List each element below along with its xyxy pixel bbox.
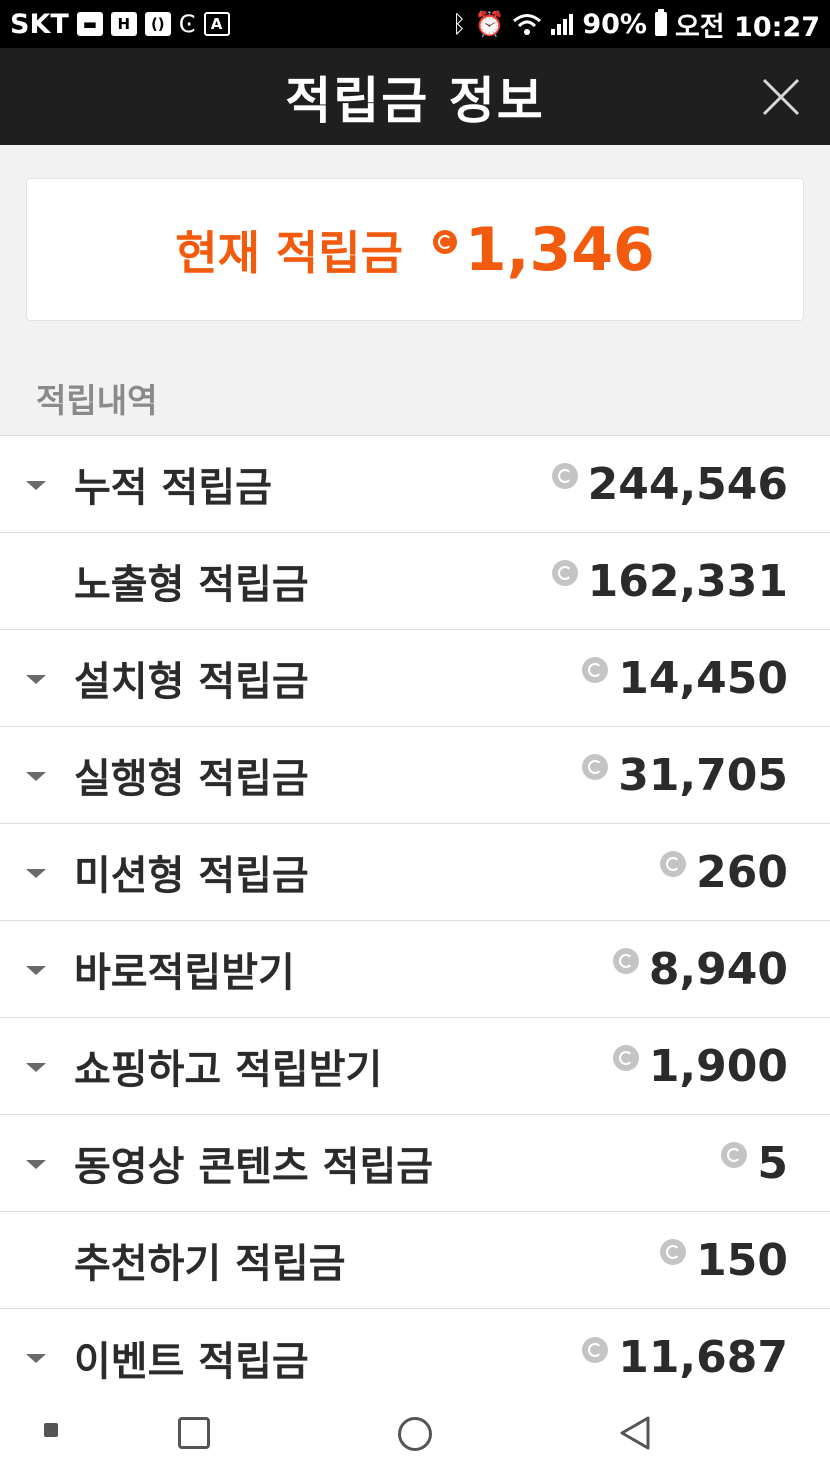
coin-icon bbox=[660, 1239, 687, 1265]
row-value: 14,450 bbox=[618, 652, 788, 704]
bracket-icon: () bbox=[144, 12, 171, 36]
nav-bar bbox=[0, 1395, 830, 1476]
page-title: 적립금 정보 bbox=[285, 71, 545, 130]
row-amount: 260 bbox=[660, 847, 788, 898]
row-label: 실행형 적립금 bbox=[74, 756, 309, 802]
row-label: 바로적립받기 bbox=[74, 950, 295, 996]
history-row-install[interactable]: 설치형 적립금 14,450 bbox=[0, 630, 830, 727]
coin-icon bbox=[551, 560, 578, 586]
coin-icon bbox=[582, 1336, 609, 1363]
coin-icon bbox=[432, 229, 457, 254]
row-label: 동영상 콘텐츠 적립금 bbox=[74, 1144, 434, 1190]
alarm-icon: ⏰ bbox=[474, 10, 505, 38]
recent-dot-icon[interactable] bbox=[44, 1423, 58, 1437]
clock: 오전 10:27 bbox=[674, 11, 820, 43]
row-value: 1,900 bbox=[648, 1040, 788, 1092]
row-label: 누적 적립금 bbox=[74, 465, 272, 511]
h-icon: H bbox=[110, 12, 137, 36]
coin-icon bbox=[551, 463, 578, 489]
caret-down-icon bbox=[26, 481, 46, 490]
history-row-exposure: 노출형 적립금 162,331 bbox=[0, 533, 830, 630]
row-value: 244,546 bbox=[587, 458, 788, 510]
coin-icon bbox=[612, 1045, 639, 1071]
current-points-value: 1,346 bbox=[464, 214, 655, 285]
notification-icon: ▬ bbox=[76, 12, 103, 36]
coin-icon bbox=[582, 657, 609, 683]
overview-square-icon[interactable] bbox=[178, 1417, 210, 1449]
coin-icon bbox=[660, 851, 687, 877]
history-row-run[interactable]: 실행형 적립금 31,705 bbox=[0, 727, 830, 824]
row-value: 150 bbox=[696, 1234, 788, 1286]
row-amount: 8,940 bbox=[612, 943, 788, 995]
coin-icon bbox=[612, 948, 639, 974]
row-value: 8,940 bbox=[648, 943, 788, 995]
status-bar: SKT ▬ H () Ͼ A ᛒ ⏰ 90% 오전 10:27 bbox=[0, 0, 830, 48]
caret-down-icon bbox=[26, 1160, 46, 1169]
caret-down-icon bbox=[26, 1354, 46, 1363]
row-amount: 162,331 bbox=[551, 555, 788, 607]
row-label: 설치형 적립금 bbox=[74, 659, 309, 705]
caret-down-icon bbox=[26, 772, 46, 781]
bluetooth-icon: ᛒ bbox=[452, 10, 467, 38]
row-amount: 150 bbox=[660, 1235, 788, 1286]
history-row-shopping[interactable]: 쇼핑하고 적립받기 1,900 bbox=[0, 1018, 830, 1115]
caret-down-icon bbox=[26, 869, 46, 878]
battery-icon bbox=[654, 9, 667, 36]
row-label: 미션형 적립금 bbox=[74, 853, 309, 899]
row-amount: 14,450 bbox=[582, 653, 788, 704]
caret-down-icon bbox=[26, 1063, 46, 1072]
row-value: 162,331 bbox=[587, 555, 788, 607]
current-points-card: 현재 적립금 1,346 bbox=[26, 178, 804, 321]
app-header: 적립금 정보 bbox=[0, 48, 830, 145]
row-amount: 31,705 bbox=[582, 750, 788, 801]
carrier-label: SKT bbox=[10, 8, 69, 40]
row-label: 쇼핑하고 적립받기 bbox=[74, 1047, 383, 1093]
section-title: 적립내역 bbox=[36, 381, 158, 420]
coin-icon bbox=[721, 1142, 748, 1168]
caret-down-icon bbox=[26, 675, 46, 684]
row-label: 이벤트 적립금 bbox=[74, 1338, 309, 1385]
row-value: 5 bbox=[757, 1137, 788, 1189]
row-label: 노출형 적립금 bbox=[74, 562, 309, 608]
row-amount: 1,900 bbox=[612, 1040, 788, 1092]
signal-icon bbox=[551, 14, 574, 35]
current-points-label: 현재 적립금 bbox=[175, 225, 403, 280]
row-amount: 11,687 bbox=[582, 1332, 788, 1383]
status-left: SKT ▬ H () Ͼ A bbox=[10, 9, 230, 40]
history-row-total[interactable]: 누적 적립금 244,546 bbox=[0, 436, 830, 533]
close-icon[interactable] bbox=[758, 74, 804, 120]
back-triangle-icon[interactable] bbox=[618, 1415, 652, 1451]
a-icon: A bbox=[203, 12, 230, 36]
c-icon: Ͼ bbox=[178, 10, 196, 38]
row-amount: 244,546 bbox=[551, 458, 788, 510]
home-circle-icon[interactable] bbox=[398, 1417, 432, 1451]
history-row-recommend: 추천하기 적립금 150 bbox=[0, 1212, 830, 1309]
history-row-video[interactable]: 동영상 콘텐츠 적립금 5 bbox=[0, 1115, 830, 1212]
row-label: 추천하기 적립금 bbox=[74, 1241, 346, 1287]
caret-down-icon bbox=[26, 966, 46, 975]
coin-icon bbox=[582, 754, 609, 780]
history-row-event[interactable]: 이벤트 적립금 11,687 bbox=[0, 1309, 830, 1406]
history-row-mission[interactable]: 미션형 적립금 260 bbox=[0, 824, 830, 921]
status-right: ᛒ ⏰ 90% 오전 10:27 bbox=[452, 5, 820, 44]
history-row-instant[interactable]: 바로적립받기 8,940 bbox=[0, 921, 830, 1018]
wifi-icon bbox=[513, 14, 542, 35]
row-value: 11,687 bbox=[618, 1332, 788, 1383]
row-value: 260 bbox=[696, 846, 788, 898]
battery-percent: 90% bbox=[582, 8, 647, 40]
history-list: 누적 적립금 244,546 노출형 적립금 162,331 설치형 적립금 1… bbox=[0, 435, 830, 1406]
row-amount: 5 bbox=[721, 1138, 788, 1189]
row-value: 31,705 bbox=[618, 749, 788, 801]
